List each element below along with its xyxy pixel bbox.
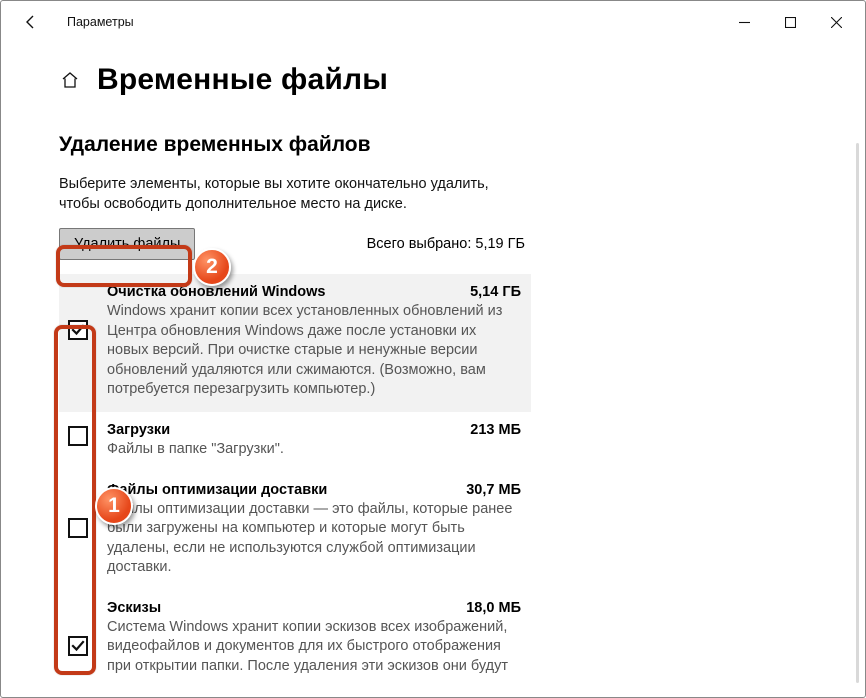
content: Удаление временных файлов Выберите элеме… <box>1 97 531 688</box>
item-title: Эскизы <box>107 600 161 616</box>
window-title: Параметры <box>67 15 721 29</box>
checkbox[interactable] <box>68 636 88 656</box>
remove-files-button[interactable]: Удалить файлы <box>59 228 195 260</box>
item-desc: Файлы оптимизации доставки — это файлы, … <box>107 500 521 578</box>
item-size: 5,14 ГБ <box>470 284 521 300</box>
close-button[interactable] <box>813 4 859 40</box>
temp-item-windows-update-cleanup[interactable]: Очистка обновлений Windows 5,14 ГБ Windo… <box>59 274 531 412</box>
checkbox[interactable] <box>68 518 88 538</box>
section-title: Удаление временных файлов <box>59 133 531 157</box>
page-title: Временные файлы <box>97 63 388 97</box>
item-title: Очистка обновлений Windows <box>107 284 325 300</box>
back-button[interactable] <box>17 8 45 36</box>
item-size: 213 МБ <box>470 422 521 438</box>
item-title: Файлы оптимизации доставки <box>107 482 327 498</box>
item-title: Загрузки <box>107 422 170 438</box>
checkbox[interactable] <box>68 320 88 340</box>
temp-item-delivery-optimization[interactable]: Файлы оптимизации доставки 30,7 МБ Файлы… <box>59 472 531 590</box>
item-size: 30,7 МБ <box>466 482 521 498</box>
item-size: 18,0 МБ <box>466 600 521 616</box>
titlebar: Параметры <box>1 1 865 43</box>
minimize-button[interactable] <box>721 4 767 40</box>
temp-item-thumbnails[interactable]: Эскизы 18,0 МБ Система Windows хранит ко… <box>59 590 531 689</box>
temp-item-downloads[interactable]: Загрузки 213 МБ Файлы в папке "Загрузки"… <box>59 412 531 472</box>
item-desc: Файлы в папке "Загрузки". <box>107 440 521 460</box>
page-header: Временные файлы <box>1 43 865 97</box>
item-desc: Windows хранит копии всех установленных … <box>107 302 521 400</box>
section-intro: Выберите элементы, которые вы хотите око… <box>59 175 531 214</box>
home-icon[interactable] <box>59 69 81 91</box>
maximize-button[interactable] <box>767 4 813 40</box>
item-desc: Система Windows хранит копии эскизов все… <box>107 618 521 677</box>
checkbox[interactable] <box>68 426 88 446</box>
scrollbar[interactable] <box>856 143 859 683</box>
total-selected-label: Всего выбрано: 5,19 ГБ <box>367 236 531 252</box>
